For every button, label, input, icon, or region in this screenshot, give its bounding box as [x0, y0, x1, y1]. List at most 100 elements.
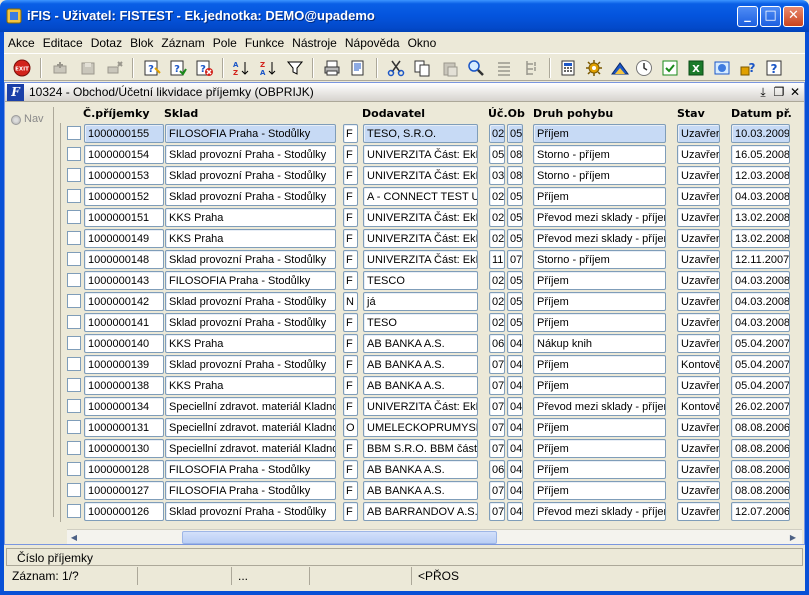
field-datum[interactable]: 13.02.2008: [731, 208, 790, 227]
field-datum[interactable]: 04.03.2008: [731, 271, 790, 290]
row-checkbox[interactable]: [67, 210, 81, 224]
row-checkbox[interactable]: [67, 168, 81, 182]
field-ucet[interactable]: 11: [489, 250, 505, 269]
row-checkbox[interactable]: [67, 357, 81, 371]
field-obdobi[interactable]: 05: [507, 208, 523, 227]
table-row[interactable]: 1000000131 Speciellní zdravot. materiál K…: [5, 417, 804, 438]
table-row[interactable]: 1000000148 Sklad provozní Praha - Stodůlk…: [5, 249, 804, 270]
print-preview-icon[interactable]: [348, 58, 368, 78]
row-checkbox[interactable]: [67, 252, 81, 266]
field-dodavatel[interactable]: UNIVERZITA Část: EkF: [363, 166, 478, 185]
field-datum[interactable]: 08.08.2006: [731, 439, 790, 458]
field-sklad[interactable]: Speciellní zdravot. materiál Kladno: [165, 418, 336, 437]
field-sklad[interactable]: Sklad provozní Praha - Stodůlky: [165, 502, 336, 521]
row-marker[interactable]: [60, 228, 66, 249]
menu-funkce[interactable]: Funkce: [241, 34, 288, 52]
field-datum[interactable]: 16.05.2008: [731, 145, 790, 164]
field-druh[interactable]: Příjem: [533, 418, 666, 437]
vertical-scrollbar[interactable]: [784, 123, 800, 529]
field-ucet[interactable]: 03: [489, 166, 505, 185]
field-cislo[interactable]: 1000000131: [84, 418, 164, 437]
print-icon[interactable]: [322, 58, 342, 78]
field-druh[interactable]: Storno - příjem: [533, 166, 666, 185]
row-marker[interactable]: [60, 123, 66, 144]
field-stav[interactable]: Uzavřer: [677, 166, 720, 185]
paste-icon[interactable]: [440, 58, 460, 78]
field-sklad[interactable]: Sklad provozní Praha - Stodůlky: [165, 292, 336, 311]
field-typ[interactable]: F: [343, 124, 358, 143]
field-cislo[interactable]: 1000000134: [84, 397, 164, 416]
field-stav[interactable]: Kontově: [677, 355, 720, 374]
row-marker[interactable]: [60, 501, 66, 522]
form-close-icon[interactable]: ✕: [788, 85, 802, 99]
field-obdobi[interactable]: 07: [507, 250, 523, 269]
field-datum[interactable]: 12.11.2007: [731, 250, 790, 269]
field-druh[interactable]: Převod mezi sklady - příjem: [533, 397, 666, 416]
table-row[interactable]: 1000000153 Sklad provozní Praha - Stodůlk…: [5, 165, 804, 186]
field-dodavatel[interactable]: AB BANKA A.S.: [363, 460, 478, 479]
field-stav[interactable]: Uzavřer: [677, 124, 720, 143]
field-druh[interactable]: Storno - příjem: [533, 250, 666, 269]
field-stav[interactable]: Uzavřer: [677, 271, 720, 290]
web-icon[interactable]: [712, 58, 732, 78]
field-dodavatel[interactable]: AB BANKA A.S.: [363, 481, 478, 500]
row-marker[interactable]: [60, 270, 66, 291]
table-row[interactable]: 1000000154 Sklad provozní Praha - Stodůlk…: [5, 144, 804, 165]
column-header-ucob[interactable]: Úč.Ob: [488, 107, 525, 120]
field-obdobi[interactable]: 08: [507, 145, 523, 164]
field-sklad[interactable]: Speciellní zdravot. materiál Kladno: [165, 439, 336, 458]
menu-okno[interactable]: Okno: [404, 34, 441, 52]
field-obdobi[interactable]: 05: [507, 271, 523, 290]
scroll-left-icon[interactable]: ◀: [67, 531, 81, 544]
field-sklad[interactable]: KKS Praha: [165, 334, 336, 353]
field-sklad[interactable]: Speciellní zdravot. materiál Kladno: [165, 397, 336, 416]
field-cislo[interactable]: 1000000126: [84, 502, 164, 521]
field-typ[interactable]: F: [343, 397, 358, 416]
clock-icon[interactable]: [634, 58, 654, 78]
field-sklad[interactable]: KKS Praha: [165, 229, 336, 248]
field-cislo[interactable]: 1000000142: [84, 292, 164, 311]
delete-icon[interactable]: [105, 58, 125, 78]
field-druh[interactable]: Příjem: [533, 313, 666, 332]
field-cislo[interactable]: 1000000128: [84, 460, 164, 479]
field-sklad[interactable]: Sklad provozní Praha - Stodůlky: [165, 145, 336, 164]
field-typ[interactable]: F: [343, 145, 358, 164]
field-datum[interactable]: 26.02.2007: [731, 397, 790, 416]
field-cislo[interactable]: 1000000141: [84, 313, 164, 332]
row-marker[interactable]: [60, 396, 66, 417]
field-cislo[interactable]: 1000000149: [84, 229, 164, 248]
field-datum[interactable]: 08.08.2006: [731, 481, 790, 500]
scroll-thumb[interactable]: [182, 531, 497, 544]
field-ucet[interactable]: 02: [489, 124, 505, 143]
field-ucet[interactable]: 07: [489, 418, 505, 437]
field-dodavatel[interactable]: AB BARRANDOV A.S.: [363, 502, 478, 521]
field-stav[interactable]: Uzavřer: [677, 376, 720, 395]
exit-icon[interactable]: EXIT: [12, 58, 32, 78]
field-stav[interactable]: Uzavřer: [677, 481, 720, 500]
field-cislo[interactable]: 1000000127: [84, 481, 164, 500]
menu-zaznam[interactable]: Záznam: [157, 34, 208, 52]
export-excel-icon[interactable]: X: [686, 58, 706, 78]
field-dodavatel[interactable]: AB BANKA A.S.: [363, 334, 478, 353]
form-titlebar[interactable]: F 10324 - Obchod/Účetní likvidace příjem…: [5, 83, 804, 102]
field-sklad[interactable]: KKS Praha: [165, 208, 336, 227]
field-typ[interactable]: F: [343, 166, 358, 185]
field-dodavatel[interactable]: TESCO: [363, 271, 478, 290]
field-stav[interactable]: Uzavřer: [677, 208, 720, 227]
row-marker[interactable]: [60, 144, 66, 165]
field-stav[interactable]: Uzavřer: [677, 250, 720, 269]
field-druh[interactable]: Příjem: [533, 460, 666, 479]
field-dodavatel[interactable]: A - CONNECT TEST UN: [363, 187, 478, 206]
column-header-datum[interactable]: Datum př.: [731, 107, 792, 120]
field-typ[interactable]: F: [343, 439, 358, 458]
field-typ[interactable]: F: [343, 460, 358, 479]
field-sklad[interactable]: FILOSOFIA Praha - Stodůlky: [165, 460, 336, 479]
calculator-icon[interactable]: [558, 58, 578, 78]
field-druh[interactable]: Storno - příjem: [533, 145, 666, 164]
maximize-button[interactable]: □: [760, 6, 781, 27]
enter-query-icon[interactable]: ?: [142, 58, 162, 78]
row-checkbox[interactable]: [67, 378, 81, 392]
new-record-icon[interactable]: [50, 58, 70, 78]
field-typ[interactable]: O: [343, 418, 358, 437]
minimize-button[interactable]: _: [737, 6, 758, 27]
